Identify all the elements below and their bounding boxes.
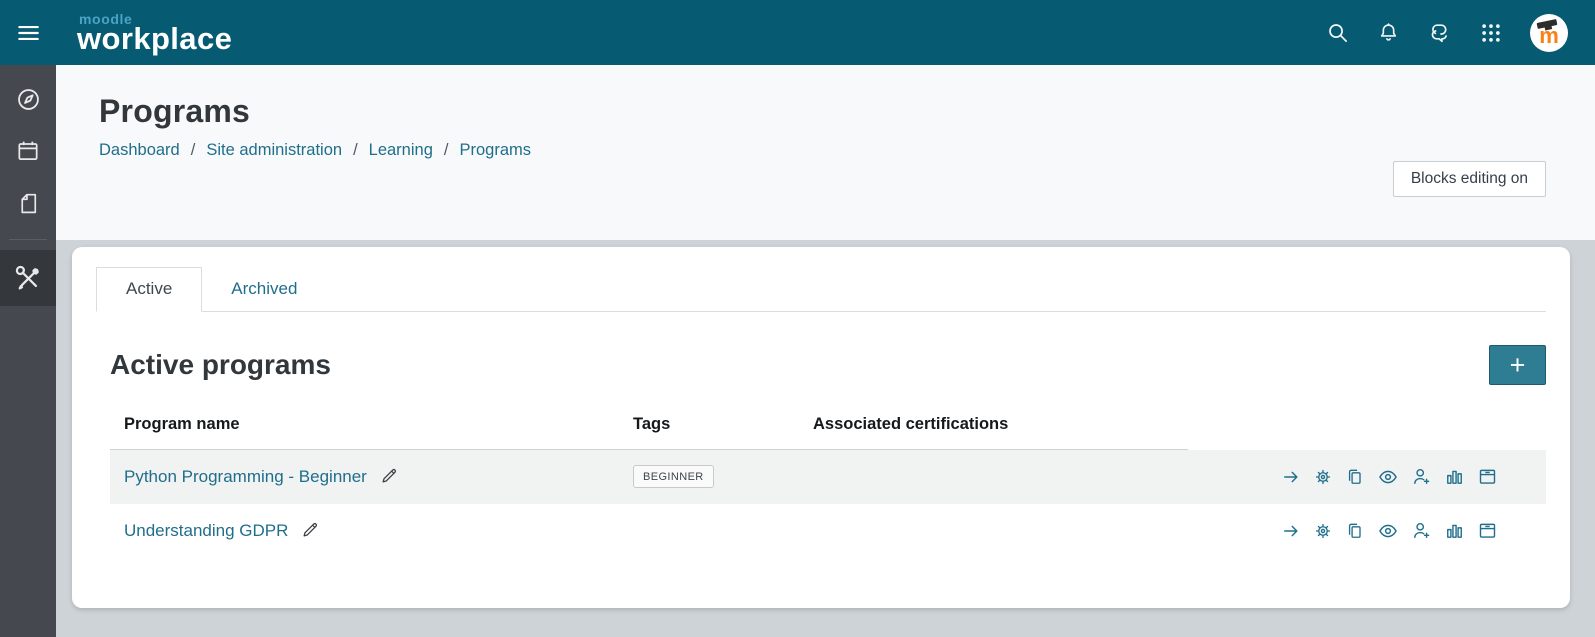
- row-actions: [1202, 520, 1546, 542]
- breadcrumb-dashboard[interactable]: Dashboard: [99, 141, 180, 160]
- file-icon: [20, 193, 36, 213]
- certifications-cell: [799, 504, 1188, 558]
- assign-users-icon[interactable]: [1411, 466, 1432, 487]
- preview-eye-icon[interactable]: [1377, 466, 1399, 488]
- page-body: Active Archived Active programs + Progra…: [56, 240, 1595, 608]
- duplicate-icon[interactable]: [1345, 521, 1365, 541]
- compass-icon: [17, 88, 39, 110]
- main-content: Programs Dashboard / Site administration…: [56, 65, 1595, 637]
- program-name: Python Programming - Beginner: [124, 467, 367, 487]
- breadcrumb-learning[interactable]: Learning: [369, 141, 433, 160]
- arrow-right-icon[interactable]: [1281, 521, 1301, 541]
- section-heading: Active programs: [110, 349, 331, 380]
- calendar-icon: [18, 141, 38, 160]
- tag-badge[interactable]: BEGINNER: [633, 465, 714, 489]
- sidebar-item-courses[interactable]: [0, 177, 56, 229]
- search-icon[interactable]: [1326, 21, 1349, 44]
- notifications-icon[interactable]: [1377, 21, 1400, 44]
- page-header: Programs Dashboard / Site administration…: [56, 65, 1595, 240]
- logo-workplace-text: workplace: [77, 20, 233, 56]
- edit-name-pencil-icon[interactable]: [301, 520, 320, 539]
- add-program-button[interactable]: +: [1489, 345, 1546, 385]
- table-row: Python Programming - Beginner BEGINNER: [110, 449, 1546, 504]
- column-header-tags: Tags: [619, 409, 799, 450]
- column-header-program-name: Program name: [110, 409, 619, 450]
- certifications-cell: [799, 449, 1188, 504]
- breadcrumb-site-administration[interactable]: Site administration: [206, 141, 342, 160]
- page-title: Programs: [99, 93, 250, 129]
- avatar[interactable]: m: [1530, 13, 1568, 52]
- tab-archived[interactable]: Archived: [202, 268, 326, 311]
- program-name: Understanding GDPR: [124, 521, 289, 540]
- duplicate-icon[interactable]: [1345, 467, 1365, 487]
- report-chart-icon[interactable]: [1444, 520, 1465, 541]
- tags-cell: [619, 504, 799, 558]
- programs-table: Program name Tags Associated certificati…: [110, 409, 1546, 558]
- menu-icon[interactable]: [0, 20, 56, 46]
- edit-name-pencil-icon[interactable]: [380, 466, 399, 485]
- program-link[interactable]: Python Programming - Beginner: [124, 467, 367, 487]
- topbar: moodle workplace m: [0, 0, 1595, 65]
- row-actions: [1202, 466, 1546, 488]
- arrow-right-icon[interactable]: [1281, 467, 1301, 487]
- breadcrumb: Dashboard / Site administration / Learni…: [99, 141, 1595, 160]
- messages-icon[interactable]: [1428, 21, 1452, 45]
- sidebar: [0, 65, 56, 637]
- tab-active[interactable]: Active: [96, 267, 203, 312]
- sidebar-item-site-administration[interactable]: [0, 250, 56, 306]
- tools-icon: [15, 265, 39, 290]
- program-link[interactable]: Understanding GDPR: [124, 521, 288, 541]
- settings-gear-icon[interactable]: [1313, 521, 1333, 541]
- column-header-actions: [1188, 409, 1546, 450]
- assign-users-icon[interactable]: [1411, 520, 1432, 541]
- report-chart-icon[interactable]: [1444, 466, 1465, 487]
- topbar-actions: m: [1326, 13, 1568, 52]
- app-launcher-icon[interactable]: [1480, 22, 1502, 44]
- breadcrumb-separator: /: [353, 141, 358, 159]
- breadcrumb-separator: /: [190, 141, 196, 159]
- archive-box-icon[interactable]: [1477, 520, 1498, 541]
- settings-gear-icon[interactable]: [1313, 467, 1333, 487]
- tab-bar: Active Archived: [96, 267, 1546, 312]
- sidebar-divider: [9, 239, 47, 240]
- sidebar-item-dashboard[interactable]: [0, 73, 56, 125]
- preview-eye-icon[interactable]: [1377, 520, 1399, 542]
- breadcrumb-programs[interactable]: Programs: [459, 141, 531, 160]
- table-row: Understanding GDPR: [110, 504, 1546, 558]
- section-heading-row: Active programs +: [96, 345, 1546, 385]
- moodle-workplace-logo[interactable]: moodle workplace: [77, 12, 232, 54]
- blocks-editing-on-button[interactable]: Blocks editing on: [1392, 161, 1546, 197]
- table-header-row: Program name Tags Associated certificati…: [110, 409, 1546, 450]
- sidebar-item-calendar[interactable]: [0, 125, 56, 177]
- archive-box-icon[interactable]: [1477, 466, 1498, 487]
- column-header-associated-certifications: Associated certifications: [799, 409, 1188, 450]
- breadcrumb-separator: /: [443, 141, 449, 159]
- programs-card: Active Archived Active programs + Progra…: [72, 247, 1570, 608]
